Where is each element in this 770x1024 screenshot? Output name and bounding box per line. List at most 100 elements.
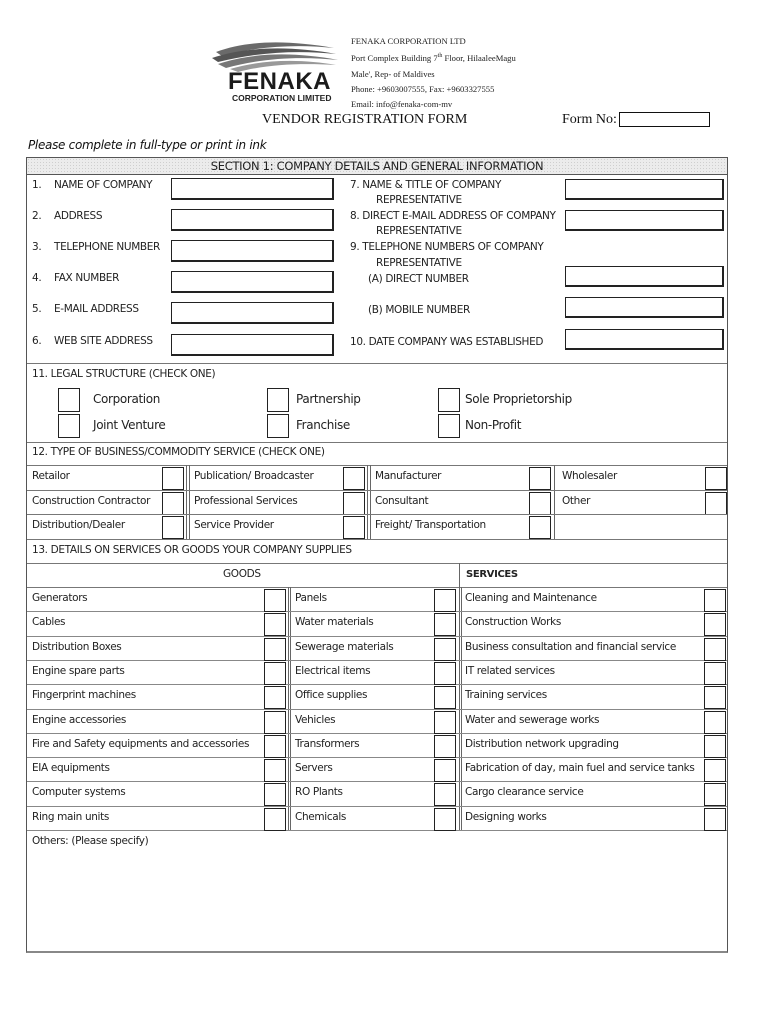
business-professional-services-label: Professional Services <box>194 495 298 507</box>
field-4-input[interactable] <box>171 271 334 293</box>
goods-item-checkbox[interactable] <box>264 759 286 782</box>
rep-name-title-input[interactable] <box>565 179 724 200</box>
divider <box>27 781 727 782</box>
date-established-input[interactable] <box>565 329 724 350</box>
field-6-input[interactable] <box>171 334 334 356</box>
divider <box>27 490 727 491</box>
company-address-block: FENAKA CORPORATION LTD Port Complex Buil… <box>351 34 516 113</box>
business-professional-services-checkbox[interactable] <box>343 492 365 515</box>
legal-partnership-checkbox[interactable] <box>267 388 289 412</box>
goods-item-checkbox[interactable] <box>264 589 286 612</box>
legal-franchise-checkbox[interactable] <box>267 414 289 438</box>
goods-item-label: Ring main units <box>32 811 110 823</box>
goods-item-checkbox[interactable] <box>264 638 286 661</box>
divider <box>554 465 555 539</box>
goods-item-checkbox[interactable] <box>264 808 286 831</box>
business-wholesaler-checkbox[interactable] <box>705 467 727 490</box>
business-service-provider-checkbox[interactable] <box>343 516 365 539</box>
form-no-label: Form No: <box>562 112 617 127</box>
legal-joint-venture-checkbox[interactable] <box>58 414 80 438</box>
goods-item-label: Distribution Boxes <box>32 641 122 653</box>
field-2-input[interactable] <box>171 209 334 231</box>
company-name: FENAKA CORPORATION LTD <box>351 36 466 46</box>
goods-item-label: Water materials <box>295 616 374 628</box>
company-email: Email: info@fenaka-com-mv <box>351 99 453 110</box>
legal-sole-proprietorship-checkbox[interactable] <box>438 388 460 412</box>
rep-email-input[interactable] <box>565 210 724 231</box>
service-item-checkbox[interactable] <box>704 638 726 661</box>
service-item-checkbox[interactable] <box>704 759 726 782</box>
business-distribution-dealer-checkbox[interactable] <box>162 516 184 539</box>
service-item-label: IT related services <box>465 665 555 677</box>
goods-item-checkbox[interactable] <box>264 735 286 758</box>
field-5-input[interactable] <box>171 302 334 324</box>
goods-item-checkbox[interactable] <box>434 735 456 758</box>
service-item-checkbox[interactable] <box>704 686 726 709</box>
goods-item-checkbox[interactable] <box>264 783 286 806</box>
divider <box>27 363 727 364</box>
business-publication-broadcaster-checkbox[interactable] <box>343 467 365 490</box>
field-4-number: 4. <box>32 272 42 284</box>
divider <box>27 539 727 540</box>
section-1-header: SECTION 1: COMPANY DETAILS AND GENERAL I… <box>27 158 727 175</box>
goods-item-label: Engine spare parts <box>32 665 125 677</box>
goods-item-checkbox[interactable] <box>434 808 456 831</box>
field-3-input[interactable] <box>171 240 334 262</box>
goods-item-label: Vehicles <box>295 714 336 726</box>
divider <box>27 587 727 588</box>
service-item-checkbox[interactable] <box>704 613 726 636</box>
address-text: Port Complex Building 7 <box>351 53 438 64</box>
rep-direct-number-input[interactable] <box>565 266 724 287</box>
goods-item-checkbox[interactable] <box>434 662 456 685</box>
logo-subtitle: CORPORATION LIMITED <box>232 93 332 103</box>
legal-joint-venture-label: Joint Venture <box>93 418 166 432</box>
service-item-checkbox[interactable] <box>704 662 726 685</box>
legal-corporation-checkbox[interactable] <box>58 388 80 412</box>
form-no-input[interactable] <box>619 112 710 127</box>
goods-item-checkbox[interactable] <box>434 783 456 806</box>
business-construction-contractor-checkbox[interactable] <box>162 492 184 515</box>
goods-item-checkbox[interactable] <box>434 638 456 661</box>
field-1-input[interactable] <box>171 178 334 200</box>
service-item-label: Training services <box>465 689 547 701</box>
goods-item-checkbox[interactable] <box>434 589 456 612</box>
goods-item-checkbox[interactable] <box>264 662 286 685</box>
goods-item-label: Electrical items <box>295 665 371 677</box>
business-retailor-checkbox[interactable] <box>162 467 184 490</box>
legal-corporation-label: Corporation <box>93 392 161 406</box>
business-consultant-checkbox[interactable] <box>529 492 551 515</box>
company-phone: Phone: +9603007555, Fax: +9603327555 <box>351 84 495 95</box>
company-address-line2: Male', Rep- of Maldives <box>351 68 435 79</box>
goods-item-checkbox[interactable] <box>434 686 456 709</box>
business-other-checkbox[interactable] <box>705 492 727 515</box>
business-freight-transportation-checkbox[interactable] <box>529 516 551 539</box>
divider <box>27 806 727 807</box>
business-manufacturer-checkbox[interactable] <box>529 467 551 490</box>
field-9-label-line1: 9. TELEPHONE NUMBERS OF COMPANY <box>350 241 544 253</box>
goods-item-label: Generators <box>32 592 88 604</box>
goods-item-checkbox[interactable] <box>434 711 456 734</box>
service-item-label: Water and sewerage works <box>465 714 600 726</box>
service-item-checkbox[interactable] <box>704 711 726 734</box>
goods-item-label: Office supplies <box>295 689 368 701</box>
service-item-label: Cleaning and Maintenance <box>465 592 597 604</box>
business-type-title: 12. TYPE OF BUSINESS/COMMODITY SERVICE (… <box>32 446 325 458</box>
divider <box>189 465 190 539</box>
rep-mobile-number-input[interactable] <box>565 297 724 318</box>
goods-item-checkbox[interactable] <box>434 759 456 782</box>
others-input[interactable] <box>29 852 725 948</box>
field-8-label-line2: REPRESENTATIVE <box>376 225 462 237</box>
goods-item-checkbox[interactable] <box>264 686 286 709</box>
service-item-checkbox[interactable] <box>704 808 726 831</box>
divider <box>27 757 727 758</box>
goods-item-checkbox[interactable] <box>264 711 286 734</box>
service-item-checkbox[interactable] <box>704 589 726 612</box>
service-item-checkbox[interactable] <box>704 735 726 758</box>
divider <box>27 563 727 564</box>
goods-item-checkbox[interactable] <box>264 613 286 636</box>
service-item-checkbox[interactable] <box>704 783 726 806</box>
field-7-label-line2: REPRESENTATIVE <box>376 194 462 206</box>
legal-non-profit-checkbox[interactable] <box>438 414 460 438</box>
goods-item-checkbox[interactable] <box>434 613 456 636</box>
field-3-label: TELEPHONE NUMBER <box>54 241 160 253</box>
